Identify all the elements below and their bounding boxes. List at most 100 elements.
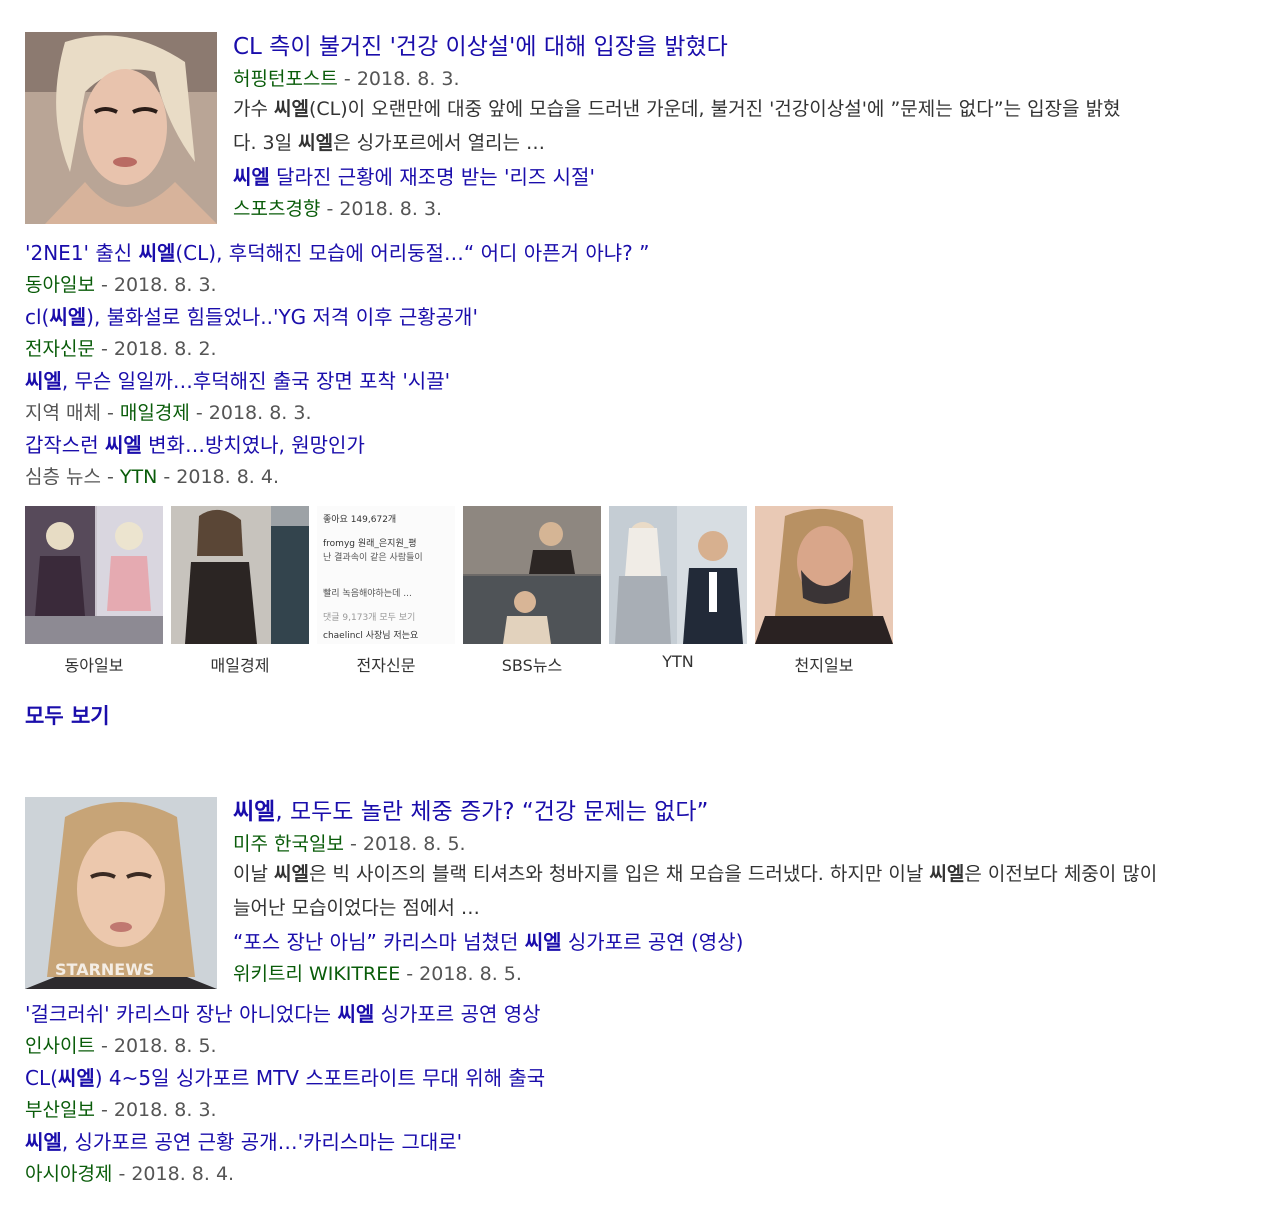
strip-item[interactable]: 천지일보 — [755, 506, 893, 676]
item-title[interactable]: '2NE1' 출신 씨엘(CL), 후덕해진 모습에 어리둥절…“ 어디 아픈거… — [25, 238, 1225, 268]
item-meta: 심층 뉴스 - YTN - 2018. 8. 4. — [25, 462, 1225, 492]
lead-source[interactable]: 미주 한국일보 — [233, 833, 344, 855]
strip-caption[interactable]: 매일경제 — [171, 652, 309, 676]
image-strip: 동아일보 매일경제 좋아요 149,672개 fromyg 원래_은지원_평 난… — [25, 506, 1225, 676]
lead-title-text[interactable]: CL 측이 불거진 '건강 이상설'에 대해 입장을 밝혔다 — [233, 34, 728, 60]
related-title[interactable]: 씨엘 달라진 근황에 재조명 받는 '리즈 시절' — [233, 162, 1225, 192]
lead-title-text[interactable]: , 모두도 놀란 체중 증가? “건강 문제는 없다” — [275, 799, 708, 825]
lead-title[interactable]: 씨엘, 모두도 놀란 체중 증가? “건강 문제는 없다” — [233, 797, 1225, 827]
snippet-highlight: 씨엘 — [274, 863, 309, 885]
list-item: CL(씨엘) 4~5일 싱가포르 MTV 스포트라이트 무대 위해 출국 부산일… — [25, 1063, 1225, 1125]
item-title[interactable]: '걸크러쉬' 카리스마 장난 아니었다는 씨엘 싱가포르 공연 영상 — [25, 999, 1225, 1029]
item-title-text[interactable]: (CL), 후덕해진 모습에 어리둥절…“ 어디 아픈거 아냐? ” — [175, 241, 649, 265]
list-item: 씨엘, 무슨 일일까…후덕해진 출국 장면 포착 '시끌' 지역 매체 - 매일… — [25, 366, 1225, 428]
item-title-text[interactable]: 갑작스런 — [25, 433, 105, 457]
strip-item[interactable]: 동아일보 — [25, 506, 163, 676]
title-highlight[interactable]: 씨엘 — [233, 799, 275, 825]
lead-meta: 미주 한국일보 - 2018. 8. 5. — [233, 829, 1225, 859]
item-title-text[interactable]: '걸크러쉬' 카리스마 장난 아니었다는 — [25, 1002, 337, 1026]
lead-snippet: 가수 씨엘(CL)이 오랜만에 대중 앞에 모습을 드러낸 가운데, 불거진 '… — [233, 92, 1138, 160]
lead-story: STARNEWS 씨엘, 모두도 놀란 체중 증가? “건강 문제는 없다” 미… — [25, 797, 1225, 989]
lead-thumbnail[interactable] — [25, 32, 217, 224]
strip-item[interactable]: YTN — [609, 506, 747, 676]
related-source[interactable]: 스포츠경향 — [233, 198, 320, 220]
title-highlight[interactable]: 씨엘 — [139, 241, 176, 265]
item-source[interactable]: YTN — [120, 466, 157, 488]
related-title[interactable]: “포스 장난 아님” 카리스마 넘쳤던 씨엘 싱가포르 공연 (영상) — [233, 927, 1225, 957]
item-title-text[interactable]: 변화…방치였나, 원망인가 — [142, 433, 365, 457]
list-item: '걸크러쉬' 카리스마 장난 아니었다는 씨엘 싱가포르 공연 영상 인사이트 … — [25, 999, 1225, 1061]
strip-caption[interactable]: YTN — [609, 652, 747, 671]
item-source[interactable]: 동아일보 — [25, 274, 95, 296]
item-title[interactable]: 씨엘, 무슨 일일까…후덕해진 출국 장면 포착 '시끌' — [25, 366, 1225, 396]
item-meta: 동아일보 - 2018. 8. 3. — [25, 270, 1225, 300]
item-source[interactable]: 전자신문 — [25, 338, 95, 360]
strip-caption[interactable]: 천지일보 — [755, 652, 893, 676]
related-meta: 스포츠경향 - 2018. 8. 3. — [233, 194, 1225, 224]
news-cluster-1: CL 측이 불거진 '건강 이상설'에 대해 입장을 밝혔다 허핑턴포스트 - … — [25, 32, 1225, 730]
title-highlight[interactable]: 씨엘 — [25, 369, 62, 393]
item-meta: 인사이트 - 2018. 8. 5. — [25, 1031, 1225, 1061]
item-meta: 부산일보 - 2018. 8. 3. — [25, 1095, 1225, 1125]
strip-image[interactable] — [171, 506, 309, 644]
item-source[interactable]: 매일경제 — [120, 402, 190, 424]
title-highlight[interactable]: 씨엘 — [105, 433, 142, 457]
item-title-text[interactable]: ), 불화설로 힘들었나..'YG 저격 이후 근황공개' — [86, 305, 478, 329]
item-title-text[interactable]: CL( — [25, 1066, 58, 1090]
item-title-text[interactable]: ) 4~5일 싱가포르 MTV 스포트라이트 무대 위해 출국 — [95, 1066, 545, 1090]
strip-image[interactable]: 좋아요 149,672개 fromyg 원래_은지원_평 난 결과속이 같은 사… — [317, 506, 455, 644]
related-list: '걸크러쉬' 카리스마 장난 아니었다는 씨엘 싱가포르 공연 영상 인사이트 … — [25, 999, 1225, 1189]
strip-caption[interactable]: SBS뉴스 — [463, 652, 601, 676]
related-source[interactable]: 위키트리 WIKITREE — [233, 963, 400, 985]
item-title-text[interactable]: , 무슨 일일까…후덕해진 출국 장면 포착 '시끌' — [62, 369, 450, 393]
strip-text-line: 댓글 9,173개 모두 보기 — [323, 612, 415, 623]
related-title-text[interactable]: 달라진 근황에 재조명 받는 '리즈 시절' — [270, 165, 595, 189]
lead-title[interactable]: CL 측이 불거진 '건강 이상설'에 대해 입장을 밝혔다 — [233, 32, 1225, 62]
strip-text-line: 좋아요 149,672개 — [323, 514, 396, 525]
title-highlight[interactable]: 씨엘 — [25, 1130, 62, 1154]
related-title-text[interactable]: “포스 장난 아님” 카리스마 넘쳤던 — [233, 930, 525, 954]
related-date: - 2018. 8. 5. — [400, 963, 522, 985]
item-title-text[interactable]: 싱가포르 공연 영상 — [374, 1002, 541, 1026]
title-highlight[interactable]: 씨엘 — [49, 305, 86, 329]
strip-text-line: 난 결과속이 같은 사람들이 — [323, 551, 423, 563]
strip-caption[interactable]: 전자신문 — [317, 652, 455, 676]
strip-caption[interactable]: 동아일보 — [25, 652, 163, 676]
snippet-highlight: 씨엘 — [274, 98, 309, 120]
item-title-text[interactable]: '2NE1' 출신 — [25, 241, 139, 265]
strip-image[interactable] — [755, 506, 893, 644]
strip-image[interactable] — [25, 506, 163, 644]
title-highlight[interactable]: 씨엘 — [337, 1002, 374, 1026]
strip-image[interactable] — [463, 506, 601, 644]
item-title[interactable]: 씨엘, 싱가포르 공연 근황 공개…'카리스마는 그대로' — [25, 1127, 1225, 1157]
related-meta: 위키트리 WIKITREE - 2018. 8. 5. — [233, 959, 1225, 989]
list-item: 갑작스런 씨엘 변화…방치였나, 원망인가 심층 뉴스 - YTN - 2018… — [25, 430, 1225, 492]
see-all-link[interactable]: 모두 보기 — [25, 700, 110, 730]
item-date: - 2018. 8. 2. — [94, 338, 217, 360]
item-title-text[interactable]: cl( — [25, 305, 49, 329]
item-title[interactable]: CL(씨엘) 4~5일 싱가포르 MTV 스포트라이트 무대 위해 출국 — [25, 1063, 1225, 1093]
item-meta: 아시아경제 - 2018. 8. 4. — [25, 1159, 1225, 1189]
strip-item[interactable]: 좋아요 149,672개 fromyg 원래_은지원_평 난 결과속이 같은 사… — [317, 506, 455, 676]
item-source[interactable]: 인사이트 — [25, 1035, 95, 1057]
title-highlight[interactable]: 씨엘 — [233, 165, 270, 189]
strip-item[interactable]: SBS뉴스 — [463, 506, 601, 676]
item-title[interactable]: 갑작스런 씨엘 변화…방치였나, 원망인가 — [25, 430, 1225, 460]
strip-item[interactable]: 매일경제 — [171, 506, 309, 676]
strip-image[interactable] — [609, 506, 747, 644]
item-date: - 2018. 8. 3. — [94, 274, 217, 296]
item-date: - 2018. 8. 5. — [94, 1035, 217, 1057]
lead-thumbnail[interactable]: STARNEWS — [25, 797, 217, 989]
related-title-text[interactable]: 싱가포르 공연 (영상) — [562, 930, 744, 954]
item-date: - 2018. 8. 4. — [157, 466, 280, 488]
title-highlight[interactable]: 씨엘 — [58, 1066, 95, 1090]
item-title[interactable]: cl(씨엘), 불화설로 힘들었나..'YG 저격 이후 근황공개' — [25, 302, 1225, 332]
item-date: - 2018. 8. 4. — [112, 1163, 235, 1185]
title-highlight[interactable]: 씨엘 — [525, 930, 562, 954]
lead-source[interactable]: 허핑턴포스트 — [233, 68, 338, 90]
item-source[interactable]: 아시아경제 — [25, 1163, 112, 1185]
snippet-highlight: 씨엘 — [929, 863, 965, 885]
item-meta: 지역 매체 - 매일경제 - 2018. 8. 3. — [25, 398, 1225, 428]
item-title-text[interactable]: , 싱가포르 공연 근황 공개…'카리스마는 그대로' — [62, 1130, 462, 1154]
item-source[interactable]: 부산일보 — [25, 1099, 95, 1121]
